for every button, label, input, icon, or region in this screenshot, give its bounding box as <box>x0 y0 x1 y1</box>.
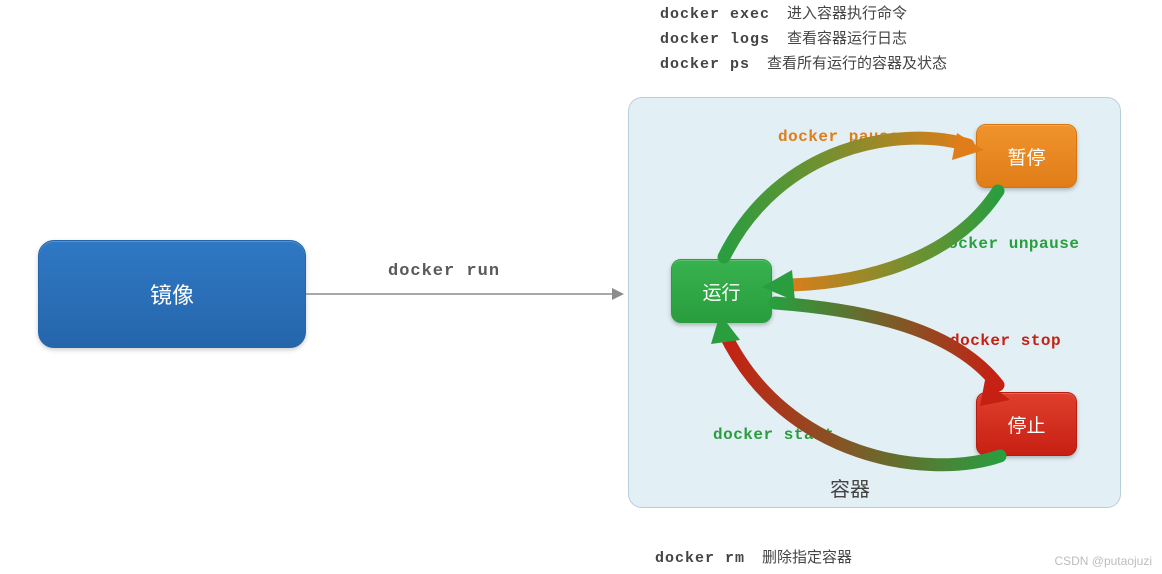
watermark: CSDN @putaojuzi <box>1054 554 1152 568</box>
cmd-ps: docker ps 查看所有运行的容器及状态 <box>660 52 947 73</box>
node-stopped: 停止 <box>976 392 1077 456</box>
cmd-rm: docker rm 删除指定容器 <box>655 546 852 567</box>
cmd-rm-desc: 删除指定容器 <box>762 549 852 566</box>
cmd-exec-desc: 进入容器执行命令 <box>787 5 907 22</box>
edge-pause-label: docker pause <box>778 128 899 146</box>
node-stopped-label: 停止 <box>1007 411 1045 438</box>
node-running: 运行 <box>671 259 772 323</box>
cmd-ps-name: docker ps <box>660 56 750 73</box>
node-image: 镜像 <box>38 240 306 348</box>
cmd-logs: docker logs 查看容器运行日志 <box>660 27 947 48</box>
node-image-label: 镜像 <box>150 278 194 310</box>
node-running-label: 运行 <box>702 278 740 305</box>
edge-unpause-label: docker unpause <box>938 235 1079 253</box>
node-paused: 暂停 <box>976 124 1077 188</box>
cmd-exec-name: docker exec <box>660 6 770 23</box>
cmd-exec: docker exec 进入容器执行命令 <box>660 2 947 23</box>
cmd-rm-name: docker rm <box>655 550 745 567</box>
container-panel-title: 容器 <box>830 473 870 502</box>
cmd-logs-desc: 查看容器运行日志 <box>787 30 907 47</box>
cmd-logs-name: docker logs <box>660 31 770 48</box>
command-list: docker exec 进入容器执行命令 docker logs 查看容器运行日… <box>660 2 947 77</box>
cmd-ps-desc: 查看所有运行的容器及状态 <box>767 55 947 72</box>
node-paused-label: 暂停 <box>1007 143 1045 170</box>
edge-start-label: docker start <box>713 426 834 444</box>
edge-run-label: docker run <box>388 262 500 281</box>
edge-stop-label: docker stop <box>950 332 1061 350</box>
